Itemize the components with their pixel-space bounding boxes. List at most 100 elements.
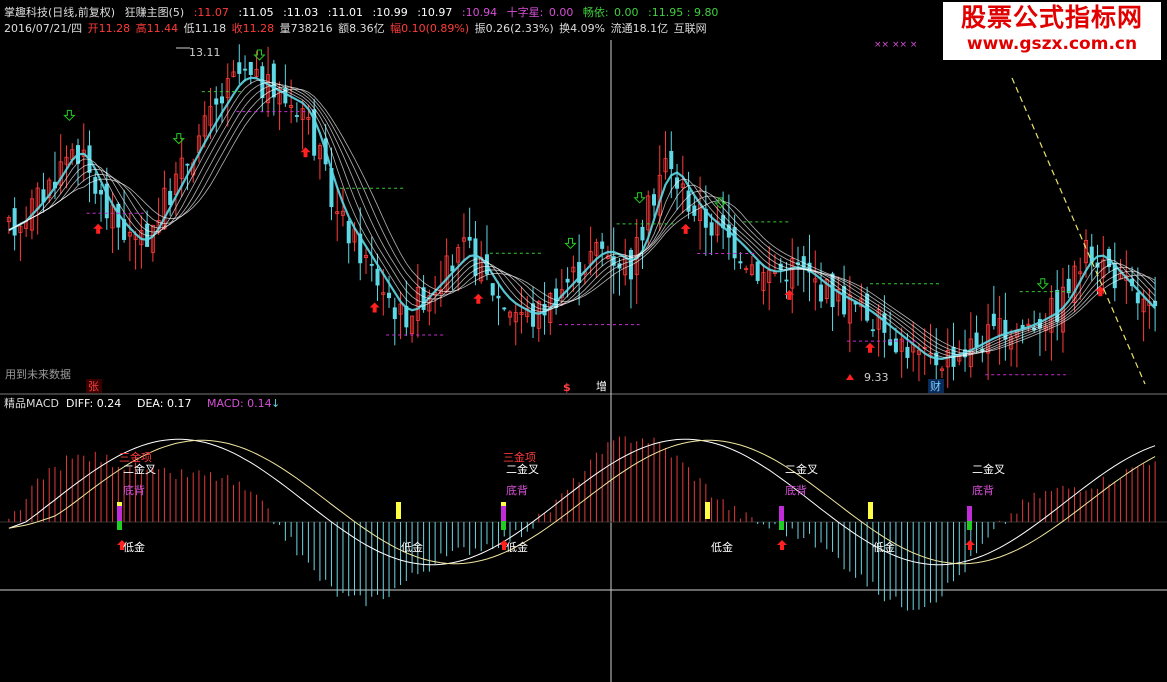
max-price-label: 13.11 (189, 46, 221, 59)
sell-arrow-icon (564, 237, 577, 250)
candle-down (721, 215, 726, 229)
candle-up (133, 234, 138, 240)
candle-up (139, 230, 144, 246)
candle-up (634, 237, 639, 276)
candle-down (1037, 319, 1042, 329)
marker-zhang: 张 (88, 380, 99, 393)
marker-cai: 财 (930, 379, 941, 393)
candle-down (951, 346, 956, 367)
candle-down (801, 256, 806, 268)
sell-arrow-icon (633, 192, 646, 204)
diff-line (8, 438, 1156, 566)
candle-up (363, 254, 368, 259)
candle-down (12, 208, 17, 236)
candle-up (1124, 275, 1129, 281)
candle-up (162, 187, 167, 230)
candle-down (387, 292, 392, 299)
candle-down (893, 338, 898, 353)
candle-up (266, 74, 271, 104)
doji-value: 0.00 (548, 6, 574, 19)
label-triple-top-2: 三金项 (503, 450, 536, 464)
label-double-cross-2: 二金叉 (506, 462, 539, 476)
quote-high: 高11.44 (135, 22, 179, 35)
ma-value-2: :11.05 (238, 6, 274, 19)
candle-down (294, 115, 299, 117)
slot-value: 0.00 (614, 6, 639, 19)
brand-title: 股票公式指标网 (960, 3, 1143, 32)
candle-up (899, 338, 904, 352)
macd-cross-marker (779, 521, 784, 530)
candle-up (513, 312, 518, 323)
candle-up (957, 355, 962, 362)
candle-down (778, 263, 783, 270)
candle-down (652, 194, 657, 206)
candle-up (663, 158, 668, 173)
buy-arrow-icon (300, 147, 311, 158)
candle-up (623, 256, 628, 276)
candle-up (876, 309, 881, 330)
candle-down (1032, 327, 1037, 331)
candle-up (698, 203, 703, 222)
chart-window: 掌趣科技(日线,前复权) 狂赚主图(5) :11.07 :11.05 :11.0… (0, 0, 1167, 682)
candle-up (588, 251, 593, 265)
candle-up (317, 144, 322, 160)
candle-down (807, 262, 812, 273)
candle-up (1078, 271, 1083, 275)
candle-up (1026, 323, 1031, 327)
candle-up (1060, 286, 1065, 333)
candle-down (76, 145, 81, 164)
candle-down (490, 283, 495, 296)
macd-buy-arrow-icon (499, 540, 509, 550)
candle-down (122, 219, 127, 240)
macd-dea: DEA: 0.17 (137, 397, 191, 410)
candle-up (438, 289, 443, 294)
candle-down (640, 226, 645, 241)
candle-down (99, 189, 104, 195)
buy-arrow-icon (473, 293, 484, 304)
macd-buy-arrow-icon (965, 540, 975, 550)
ma-value-3: :11.03 (283, 6, 319, 19)
candle-up (29, 198, 34, 231)
candle-down (577, 262, 582, 283)
candle-up (813, 278, 818, 283)
candle-down (1135, 292, 1140, 304)
label-low-gold-3: 低金 (506, 540, 528, 554)
candle-up (300, 108, 305, 120)
candle-up (968, 338, 973, 368)
sell-arrow-icon (63, 109, 76, 122)
candle-up (680, 183, 685, 188)
label-low-gold-5: 低金 (873, 540, 895, 554)
candle-up (744, 268, 749, 271)
candle-up (18, 225, 23, 233)
stock-name: 掌趣科技(日线,前复权) (4, 6, 116, 19)
candle-down (755, 261, 760, 281)
label-bottom-div-1: 底背 (123, 483, 145, 497)
buy-arrow-icon (865, 342, 875, 353)
candle-up (986, 324, 991, 354)
candle-up (1084, 240, 1089, 264)
ma-fan-line (8, 79, 1156, 359)
candle-up (81, 149, 86, 158)
label-triple-top-1: 三金项 (119, 450, 152, 464)
candle-down (116, 203, 121, 228)
candle-down (600, 241, 605, 249)
candle-down (611, 256, 616, 266)
candle-down (963, 349, 968, 358)
header-line-1: 掌趣科技(日线,前复权) 狂赚主图(5) :11.07 :11.05 :11.0… (4, 6, 724, 19)
macd-divergence-marker (967, 506, 972, 521)
doji-label: 十字星: (506, 6, 544, 19)
macd-group (8, 436, 1156, 611)
quote-amplitude: 振0.26(2.33%) (474, 22, 554, 35)
candle-down (41, 189, 46, 203)
macd-title: 精品MACD (4, 397, 59, 410)
candle-down (628, 249, 633, 280)
candle-up (847, 294, 852, 324)
candle-up (582, 271, 587, 275)
candle-down (375, 268, 380, 286)
candle-down (669, 150, 674, 170)
candle-up (571, 266, 576, 273)
ma-value-1: :11.07 (193, 6, 229, 19)
min-price-label: 9.33 (864, 371, 889, 384)
candle-up (928, 353, 933, 356)
macd-signal-marker (501, 502, 506, 519)
